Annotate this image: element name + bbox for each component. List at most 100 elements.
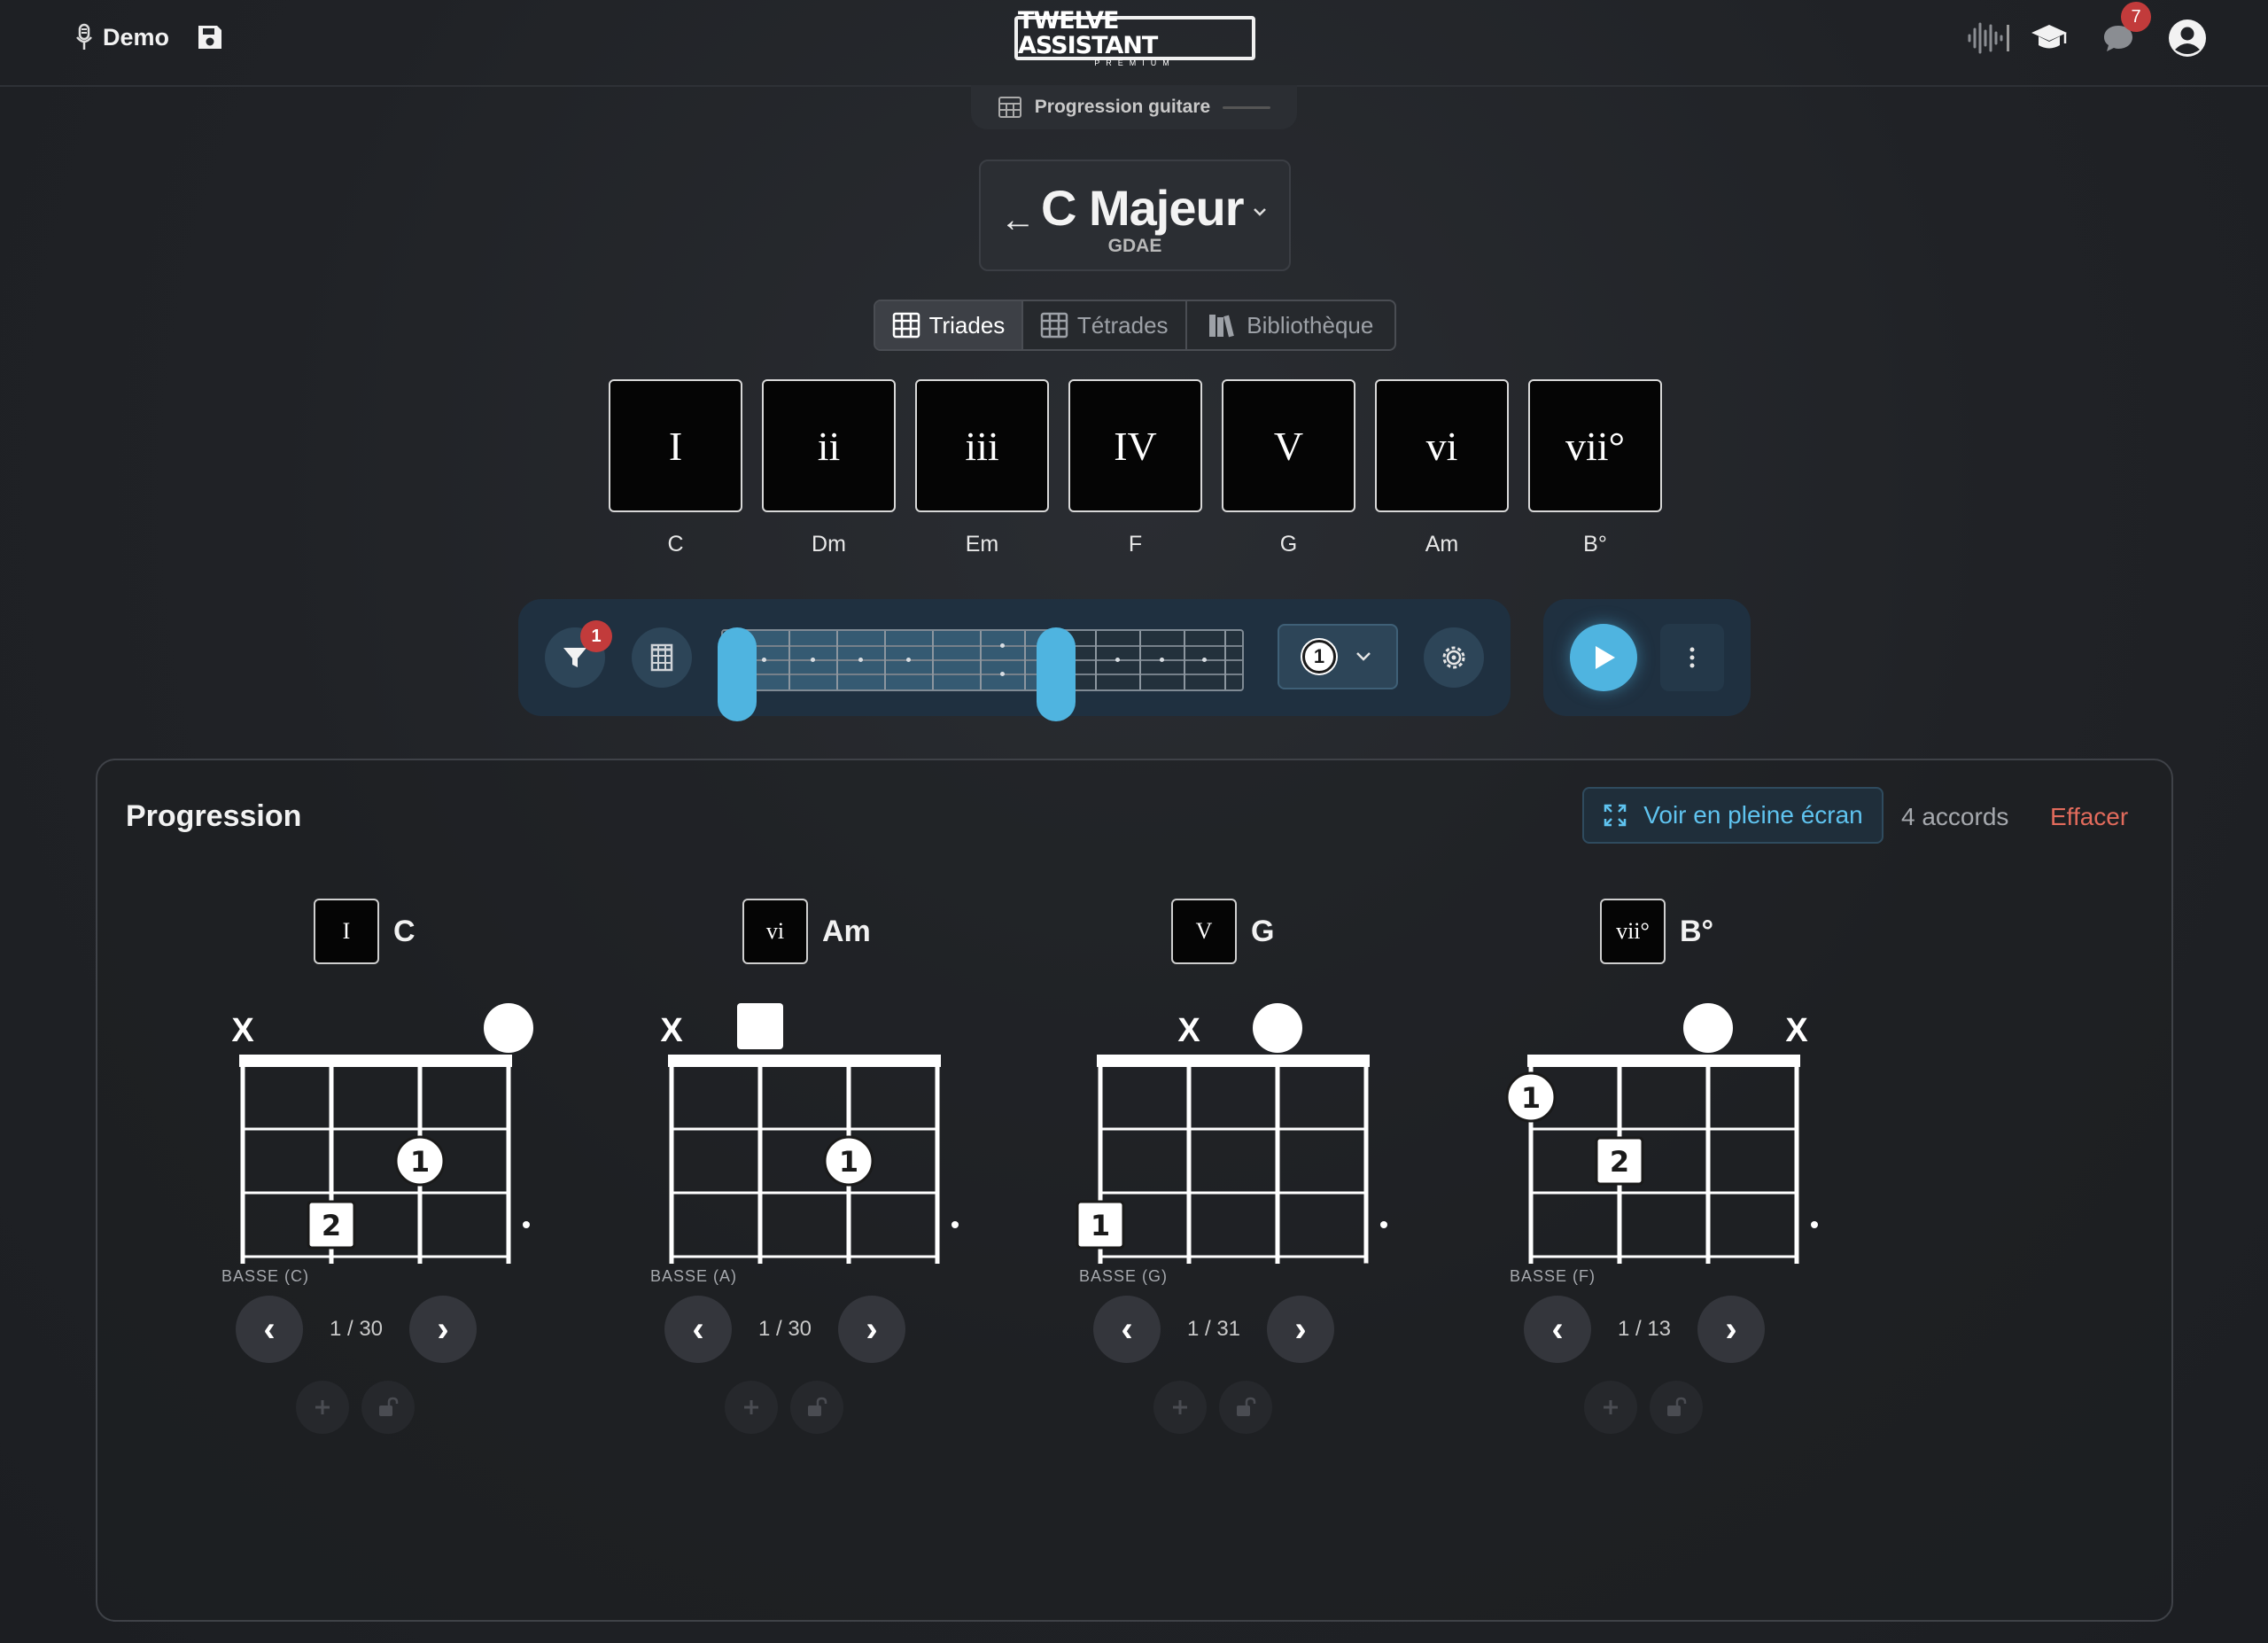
back-arrow-icon[interactable]: ← <box>1000 200 1036 240</box>
fretboard-icon <box>998 97 1021 118</box>
add-chord-button[interactable] <box>1584 1381 1637 1434</box>
plus-icon <box>1604 1400 1618 1414</box>
progression-chord[interactable]: V G X12 BASSE (G) ‹ 1 / 31 › <box>1076 899 1412 1572</box>
learn-button[interactable] <box>2027 16 2071 60</box>
tab-bibliotheque-label: Bibliothèque <box>1247 311 1374 339</box>
progression-tab[interactable]: Progression guitare <box>971 85 1297 129</box>
range-start-handle[interactable] <box>718 627 757 721</box>
playback-bar <box>1543 599 1751 716</box>
key-selector[interactable]: ← C Majeur GDAE <box>979 160 1291 271</box>
account-button[interactable] <box>2165 16 2210 60</box>
voicing-pager: ‹ 1 / 30 › <box>664 1296 905 1363</box>
fret-line <box>1184 631 1185 689</box>
prev-voicing-button[interactable]: ‹ <box>236 1296 303 1363</box>
chord-diagram: X12 <box>1506 1003 1818 1264</box>
tab-tetrades-label: Tétrades <box>1076 311 1169 339</box>
logo-title: TWELVE ASSISTANT <box>1018 7 1158 59</box>
prev-voicing-button[interactable]: ‹ <box>1524 1296 1591 1363</box>
next-voicing-button[interactable]: › <box>1697 1296 1765 1363</box>
fret-line <box>932 631 934 689</box>
messages-button[interactable]: 7 <box>2096 2 2151 60</box>
open-string-marker <box>1683 1003 1733 1053</box>
nut <box>668 1055 941 1067</box>
chord-type-tabs: Triades Tétrades Bibliothèque <box>874 300 1396 351</box>
voicing-page: 1 / 30 <box>757 1317 812 1341</box>
lock-chord-button[interactable] <box>1219 1381 1272 1434</box>
settings-button[interactable] <box>1424 627 1484 688</box>
nut <box>1097 1055 1370 1067</box>
degree-chord: Am <box>1425 532 1459 557</box>
tab-bibliotheque[interactable]: Bibliothèque <box>1187 301 1394 349</box>
muted-string-marker: X <box>660 1012 683 1049</box>
degree-V[interactable]: V G <box>1222 379 1355 557</box>
play-button[interactable] <box>1570 624 1637 691</box>
degree-chord: Dm <box>812 532 846 557</box>
add-chord-button[interactable] <box>296 1381 349 1434</box>
progression-chord[interactable]: vi Am X12 BASSE (A) ‹ 1 / 30 › <box>647 899 983 1572</box>
add-chord-button[interactable] <box>1153 1381 1207 1434</box>
voicing-pager: ‹ 1 / 13 › <box>1524 1296 1765 1363</box>
fretboard-range-slider[interactable] <box>718 622 1249 721</box>
lock-chord-button[interactable] <box>361 1381 415 1434</box>
next-voicing-button[interactable]: › <box>838 1296 905 1363</box>
chord-diagram: X12 <box>1076 1003 1387 1264</box>
filter-button[interactable]: 1 <box>545 620 612 688</box>
fret-line <box>1095 631 1097 689</box>
tab-tetrades[interactable]: Tétrades <box>1023 301 1187 349</box>
position-select[interactable]: 1 <box>1278 624 1398 689</box>
lock-chord-button[interactable] <box>790 1381 843 1434</box>
bass-label: BASSE (A) <box>650 1267 738 1285</box>
prev-voicing-button[interactable]: ‹ <box>1093 1296 1161 1363</box>
finger-number: 1 <box>839 1145 858 1179</box>
fret-marker <box>1160 658 1164 662</box>
tab-triades-label: Triades <box>928 311 1006 339</box>
progression-chord[interactable]: I C X 1 2 BASSE (C) ‹ 1 / 30 › <box>218 899 555 1572</box>
degree-roman: vii° <box>1528 379 1662 512</box>
clear-button[interactable]: Effacer <box>2050 803 2128 831</box>
audio-button[interactable] <box>1964 16 2008 60</box>
lock-chord-button[interactable] <box>1650 1381 1703 1434</box>
degree-vii[interactable]: vii° B° <box>1528 379 1662 557</box>
progression-chord[interactable]: vii° B° X 1 2 BASSE (F) ‹ 1 / 13 › <box>1506 899 1843 1572</box>
fullscreen-button[interactable]: Voir en pleine écran <box>1582 787 1884 844</box>
degree-iii[interactable]: iii Em <box>915 379 1049 557</box>
notification-badge: 7 <box>2121 2 2151 32</box>
top-bar: Demo TWELVE ASSISTANT PREMIUM 7 <box>0 0 2268 87</box>
prev-voicing-button[interactable]: ‹ <box>664 1296 732 1363</box>
chord-header: V G <box>1171 899 1274 964</box>
tab-triades[interactable]: Triades <box>875 301 1023 349</box>
gear-icon <box>1442 646 1465 669</box>
top-bar-left: Demo <box>74 23 224 51</box>
key-name: C Majeur <box>1041 180 1244 236</box>
plus-icon <box>315 1400 330 1414</box>
chord-grid-button[interactable] <box>632 627 692 688</box>
chord-header: vi Am <box>742 899 871 964</box>
more-options-button[interactable] <box>1660 624 1724 691</box>
save-button[interactable] <box>196 23 224 51</box>
unlock-icon <box>1667 1397 1687 1416</box>
string-line <box>723 674 1242 675</box>
degree-I[interactable]: I C <box>609 379 742 557</box>
degree-IV[interactable]: IV F <box>1068 379 1202 557</box>
add-chord-button[interactable] <box>725 1381 778 1434</box>
fret-line <box>1139 631 1141 689</box>
logo-subtitle: PREMIUM <box>1094 58 1176 67</box>
project-name: Demo <box>103 23 170 51</box>
plus-icon <box>744 1400 758 1414</box>
degree-chord: Em <box>965 532 999 557</box>
app-logo[interactable]: TWELVE ASSISTANT PREMIUM <box>1014 9 1255 67</box>
next-voicing-button[interactable]: › <box>409 1296 477 1363</box>
degree-chord: C <box>667 532 684 557</box>
fret-line <box>980 631 982 689</box>
next-voicing-button[interactable]: › <box>1267 1296 1334 1363</box>
project-selector[interactable]: Demo <box>74 23 169 51</box>
muted-string-marker: X <box>231 1012 254 1049</box>
chord-name: C <box>393 914 416 948</box>
chevron-down-icon <box>1254 208 1266 216</box>
voicing-pager: ‹ 1 / 31 › <box>1093 1296 1334 1363</box>
degree-ii[interactable]: ii Dm <box>762 379 896 557</box>
fullscreen-label: Voir en pleine écran <box>1643 801 1863 829</box>
range-end-handle[interactable] <box>1037 627 1076 721</box>
degree-vi[interactable]: vi Am <box>1375 379 1509 557</box>
scale-degrees: I C ii Dm iii Em IV F V G vi Am vii° B° <box>609 379 1662 557</box>
